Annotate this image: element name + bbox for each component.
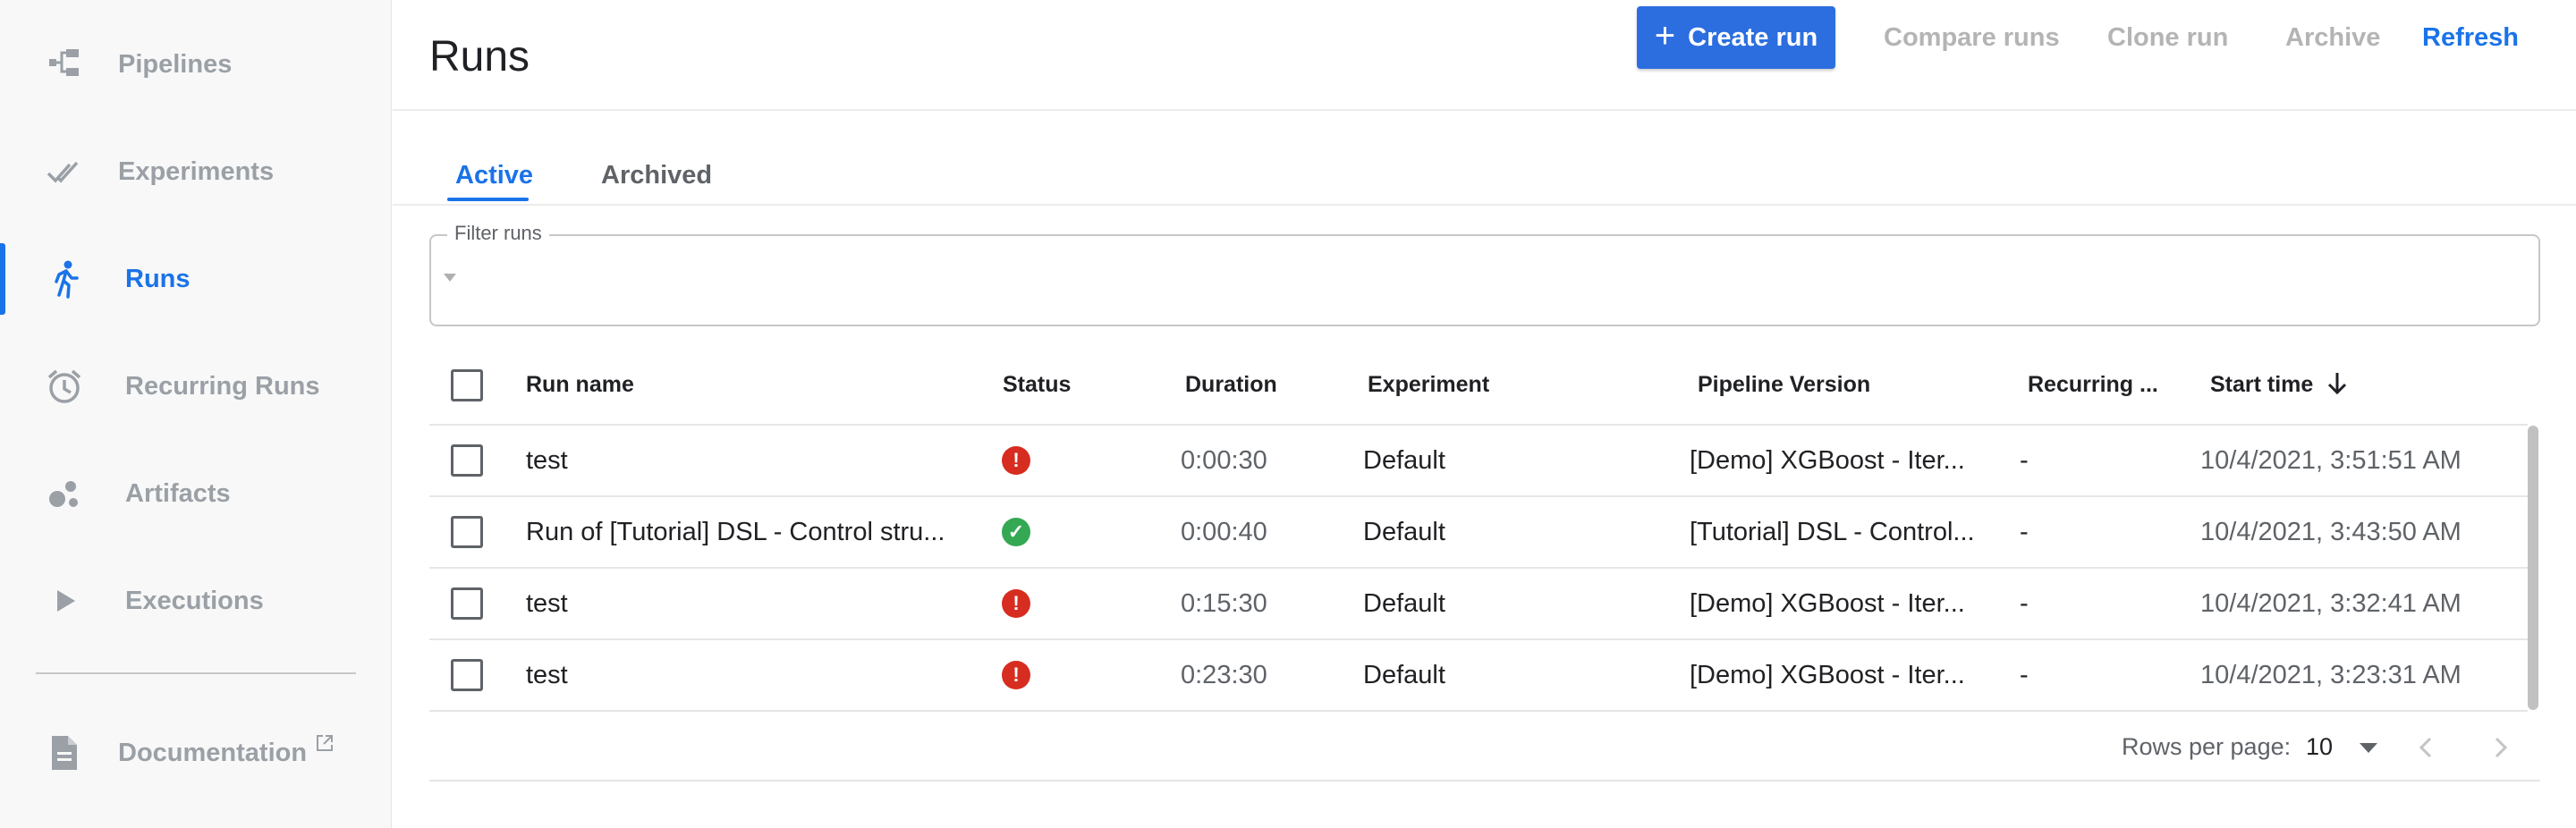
row-checkbox[interactable] <box>451 444 483 477</box>
sidebar-item-label: Documentation <box>118 738 308 767</box>
archive-button[interactable]: Archive <box>2285 23 2380 53</box>
row-checkbox[interactable] <box>451 516 483 548</box>
chevron-down-icon[interactable] <box>2360 743 2377 753</box>
pipeline-version-link[interactable]: [Demo] XGBoost - Iter... <box>1690 661 1994 690</box>
experiment-link[interactable]: Default <box>1363 661 1445 690</box>
create-run-label: Create run <box>1688 22 1818 52</box>
pipelines-icon <box>39 39 89 89</box>
artifacts-icon <box>39 469 89 519</box>
sidebar-item-label: Executions <box>125 586 264 615</box>
tabs-divider <box>393 204 2576 206</box>
external-link-icon <box>315 733 335 757</box>
sidebar-item-label: Runs <box>125 264 191 293</box>
start-time-cell: 10/4/2021, 3:43:50 AM <box>2200 518 2462 546</box>
play-icon <box>39 576 89 626</box>
table-scrollbar[interactable] <box>2528 426 2538 710</box>
column-header-status[interactable]: Status <box>1003 372 1071 398</box>
row-checkbox[interactable] <box>451 587 483 620</box>
previous-page-button[interactable] <box>2408 730 2444 765</box>
document-icon <box>39 728 89 778</box>
sidebar-item-pipelines[interactable]: Pipelines <box>0 29 392 100</box>
recurring-cell: - <box>2020 589 2029 618</box>
start-time-cell: 10/4/2021, 3:23:31 AM <box>2200 661 2462 689</box>
column-header-pipeline-version[interactable]: Pipeline Version <box>1698 372 1870 398</box>
header-row-divider <box>429 424 2528 426</box>
sidebar-item-runs[interactable]: Runs <box>0 243 392 315</box>
rows-per-page-label: Rows per page: <box>2122 733 2292 760</box>
success-status-icon: ✓ <box>1002 518 1030 546</box>
compare-runs-button[interactable]: Compare runs <box>1884 23 2060 53</box>
pipeline-version-link[interactable]: [Tutorial] DSL - Control... <box>1690 518 1994 547</box>
duration-cell: 0:00:30 <box>1181 446 1267 475</box>
next-page-button[interactable] <box>2483 730 2519 765</box>
pipeline-version-link[interactable]: [Demo] XGBoost - Iter... <box>1690 589 1994 619</box>
refresh-button[interactable]: Refresh <box>2422 23 2519 53</box>
header-divider <box>393 109 2576 111</box>
chevron-right-icon <box>2495 737 2508 758</box>
start-time-cell: 10/4/2021, 3:32:41 AM <box>2200 589 2462 618</box>
duration-cell: 0:00:40 <box>1181 518 1267 546</box>
sidebar-divider <box>36 672 356 674</box>
footer-divider <box>429 780 2540 782</box>
tab-archived[interactable]: Archived <box>601 161 712 190</box>
sidebar-item-artifacts[interactable]: Artifacts <box>0 458 392 529</box>
alarm-clock-icon <box>39 361 89 411</box>
rows-per-page-select[interactable]: 10 <box>2306 733 2333 761</box>
row-divider <box>429 495 2528 497</box>
recurring-cell: - <box>2020 518 2029 546</box>
select-all-checkbox[interactable] <box>451 369 483 401</box>
experiment-link[interactable]: Default <box>1363 518 1445 547</box>
sidebar-item-label: Artifacts <box>125 478 231 508</box>
row-divider <box>429 638 2528 640</box>
tab-indicator <box>447 198 529 201</box>
sidebar-item-label: Recurring Runs <box>125 371 320 401</box>
column-header-run-name[interactable]: Run name <box>526 372 634 398</box>
sidebar-item-documentation[interactable]: Documentation <box>0 717 392 789</box>
plus-icon: + <box>1654 16 1676 55</box>
recurring-cell: - <box>2020 661 2029 689</box>
column-header-duration[interactable]: Duration <box>1185 372 1277 398</box>
row-divider <box>429 567 2528 569</box>
filter-runs-label: Filter runs <box>447 222 549 245</box>
sidebar-item-recurring-runs[interactable]: Recurring Runs <box>0 351 392 422</box>
error-status-icon: ! <box>1002 446 1030 475</box>
sidebar-item-label: Pipelines <box>118 49 233 79</box>
clone-run-button[interactable]: Clone run <box>2107 23 2228 53</box>
row-divider <box>429 710 2528 712</box>
experiments-icon <box>39 147 89 197</box>
sidebar-item-experiments[interactable]: Experiments <box>0 136 392 207</box>
page-title: Runs <box>429 33 530 80</box>
tab-active[interactable]: Active <box>455 161 533 190</box>
sort-descending-icon[interactable] <box>2326 370 2349 401</box>
error-status-icon: ! <box>1002 661 1030 689</box>
run-name-link[interactable]: test <box>526 661 955 690</box>
run-name-link[interactable]: test <box>526 589 955 619</box>
column-header-experiment[interactable]: Experiment <box>1368 372 1489 398</box>
active-indicator <box>0 243 5 315</box>
sidebar-item-executions[interactable]: Executions <box>0 565 392 637</box>
duration-cell: 0:23:30 <box>1181 661 1267 689</box>
create-run-button[interactable]: + Create run <box>1637 6 1835 69</box>
filter-dropdown-icon <box>444 274 456 282</box>
chevron-left-icon <box>2419 737 2432 758</box>
sidebar-item-label: Experiments <box>118 156 275 186</box>
sidebar: Pipelines Experiments Runs Recurring Run… <box>0 0 392 828</box>
filter-runs-input[interactable] <box>429 234 2540 326</box>
runs-icon <box>39 254 89 304</box>
column-header-recurring[interactable]: Recurring ... <box>2028 372 2158 398</box>
duration-cell: 0:15:30 <box>1181 589 1267 618</box>
recurring-cell: - <box>2020 446 2029 475</box>
experiment-link[interactable]: Default <box>1363 446 1445 476</box>
error-status-icon: ! <box>1002 589 1030 618</box>
row-checkbox[interactable] <box>451 659 483 691</box>
run-name-link[interactable]: Run of [Tutorial] DSL - Control stru... <box>526 518 955 547</box>
start-time-cell: 10/4/2021, 3:51:51 AM <box>2200 446 2462 475</box>
column-header-start-time[interactable]: Start time <box>2210 372 2313 398</box>
run-name-link[interactable]: test <box>526 446 955 476</box>
pipeline-version-link[interactable]: [Demo] XGBoost - Iter... <box>1690 446 1994 476</box>
experiment-link[interactable]: Default <box>1363 589 1445 619</box>
